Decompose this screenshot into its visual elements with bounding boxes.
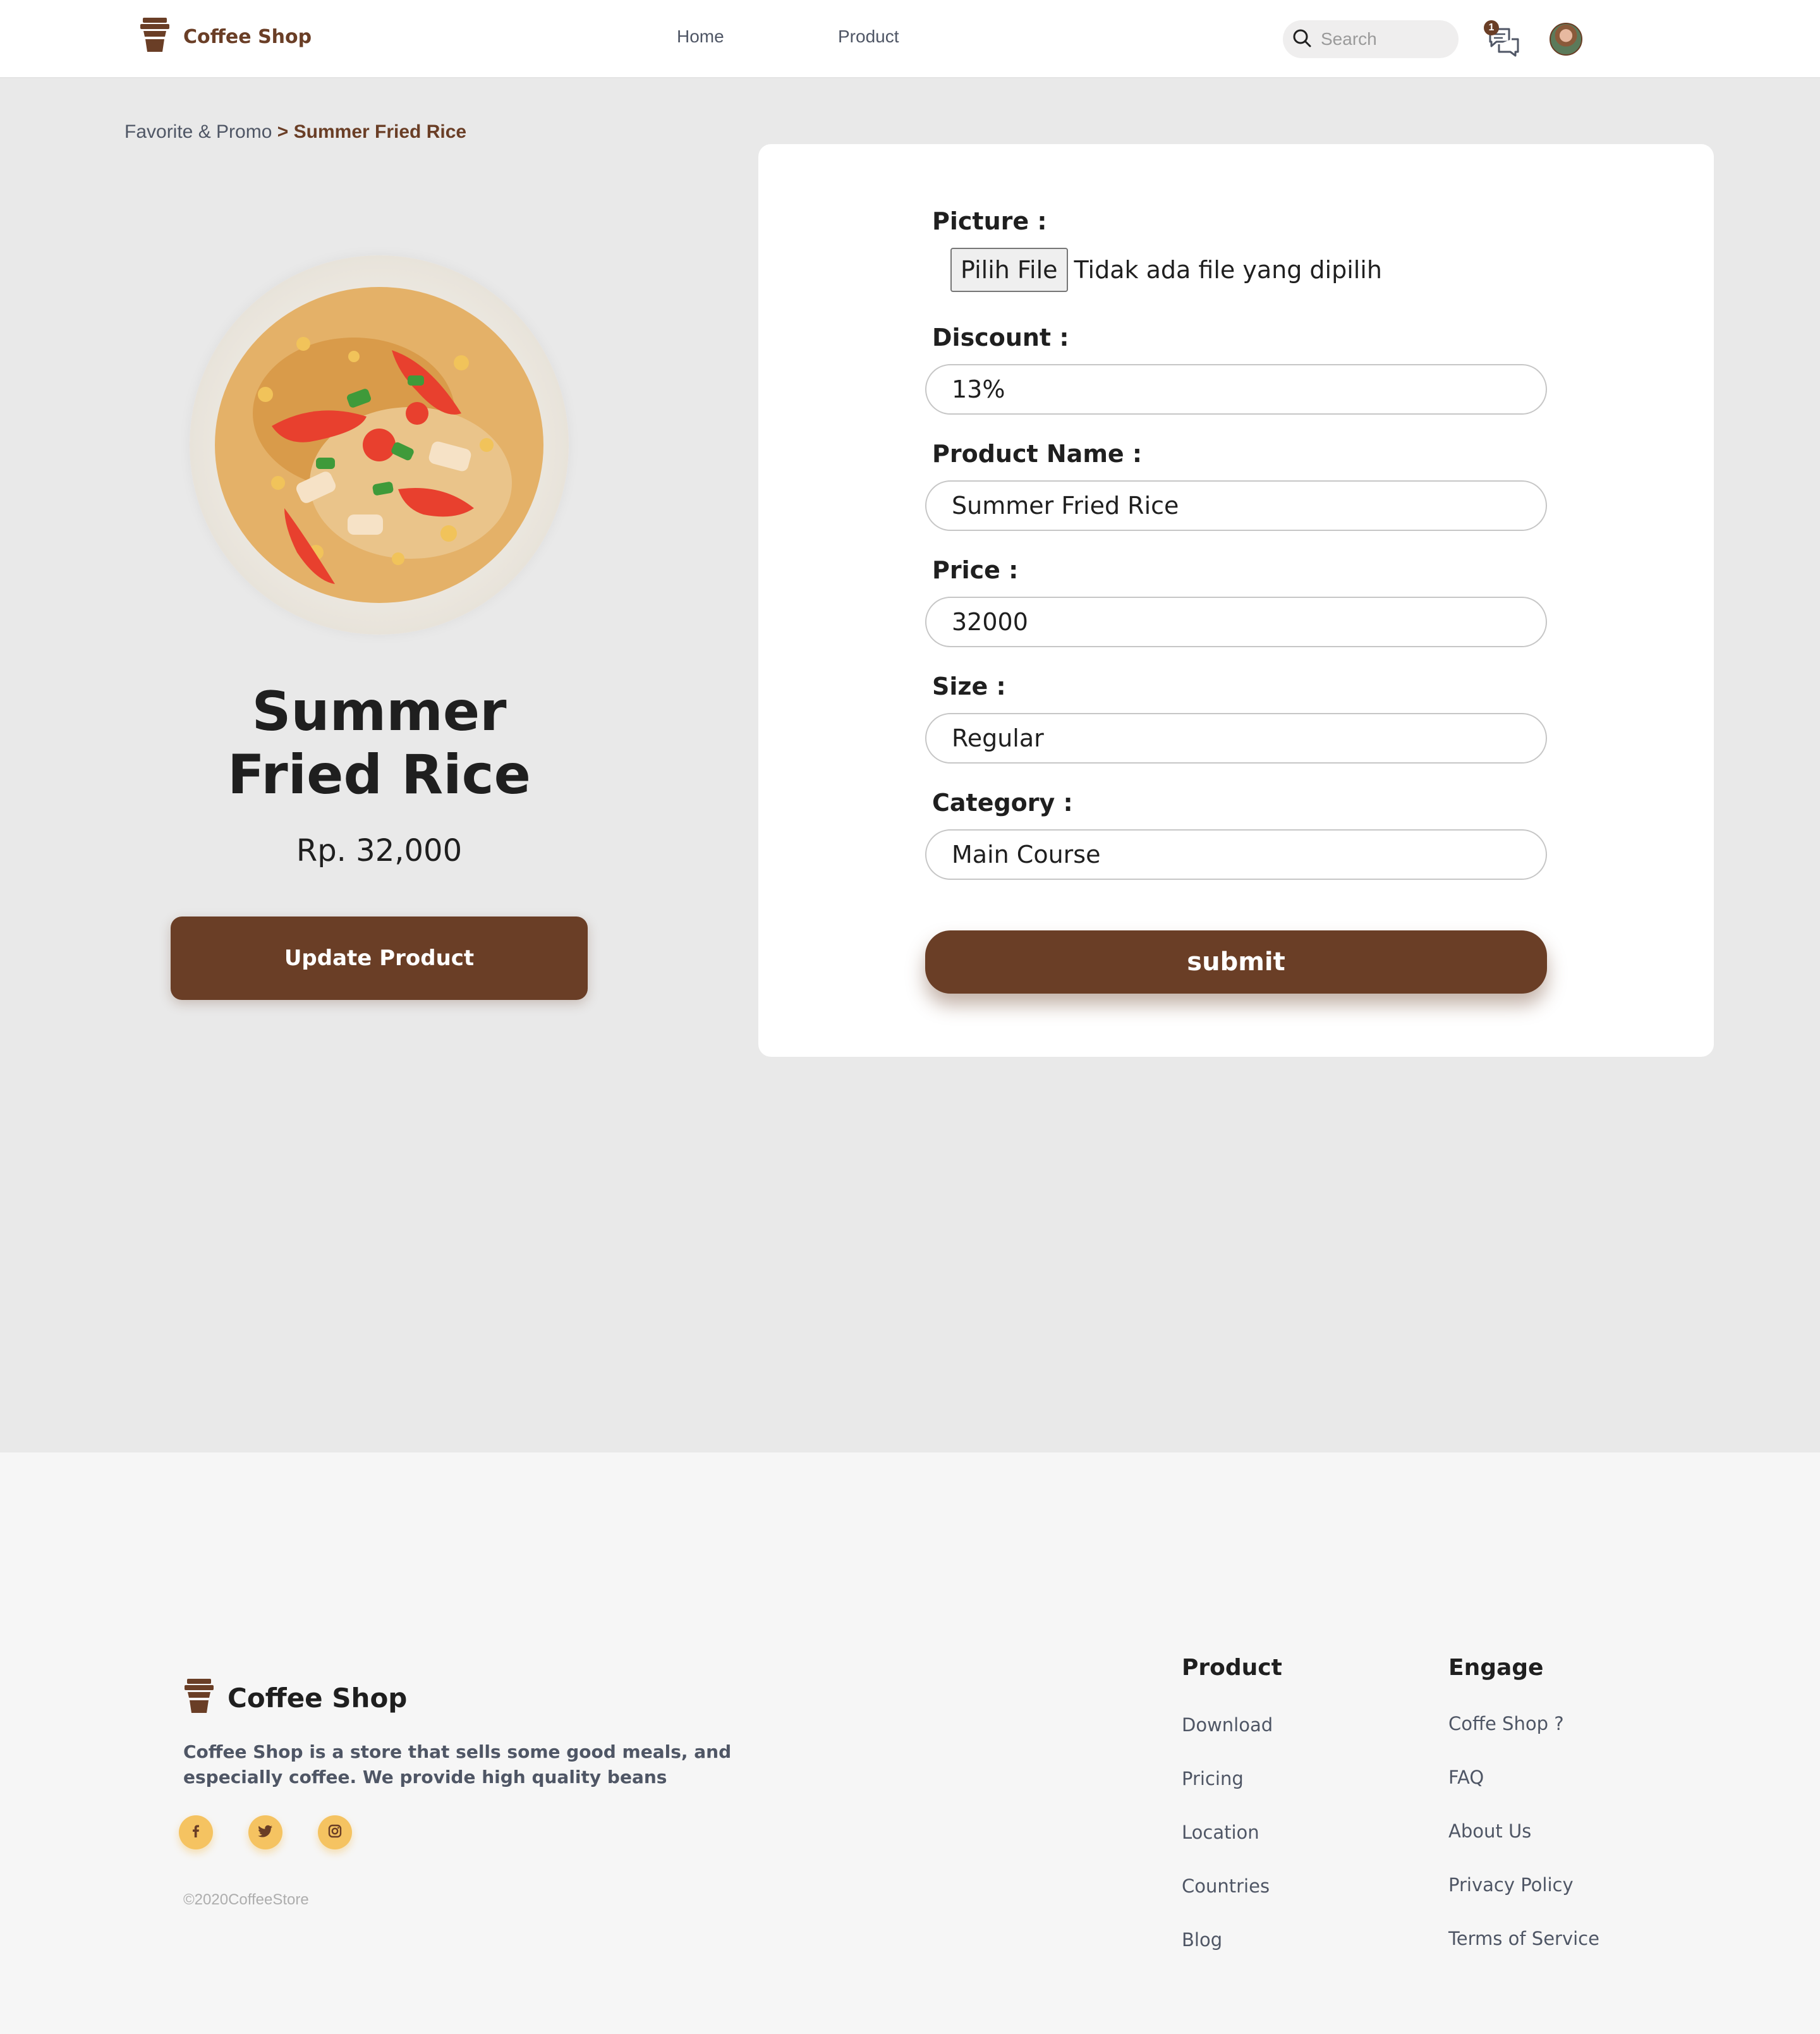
breadcrumb-parent[interactable]: Favorite & Promo <box>124 121 272 142</box>
product-title-line2: Fried Rice <box>228 743 531 807</box>
product-title-line1: Summer <box>252 680 507 743</box>
footer-link-download[interactable]: Download <box>1182 1714 1273 1736</box>
footer-product-title: Product <box>1182 1655 1282 1681</box>
price-label: Price : <box>932 556 1019 584</box>
navbar: Coffee Shop Home Product 1 <box>0 0 1820 78</box>
submit-button[interactable]: submit <box>925 930 1547 994</box>
breadcrumb-current: Summer Fried Rice <box>293 121 467 142</box>
coffee-cup-icon <box>183 1679 215 1717</box>
discount-input[interactable] <box>925 364 1547 415</box>
update-product-button[interactable]: Update Product <box>171 917 588 1000</box>
footer-link-blog[interactable]: Blog <box>1182 1929 1222 1951</box>
twitter-link[interactable] <box>248 1815 282 1849</box>
product-name-label: Product Name : <box>932 440 1143 468</box>
chat-badge: 1 <box>1484 20 1499 35</box>
footer-brand: Coffee Shop <box>183 1679 407 1717</box>
instagram-link[interactable] <box>318 1815 352 1849</box>
twitter-icon <box>257 1824 274 1842</box>
footer-link-privacy-policy[interactable]: Privacy Policy <box>1448 1874 1574 1896</box>
category-label: Category : <box>932 789 1073 817</box>
price-input[interactable] <box>925 597 1547 647</box>
nav-link-product[interactable]: Product <box>838 27 899 47</box>
footer-engage-title: Engage <box>1448 1655 1544 1681</box>
search-box[interactable] <box>1283 20 1459 58</box>
size-input[interactable] <box>925 713 1547 764</box>
search-input[interactable] <box>1321 29 1447 49</box>
product-name-input[interactable] <box>925 480 1547 531</box>
discount-label: Discount : <box>932 324 1069 351</box>
facebook-icon <box>188 1824 203 1842</box>
footer-link-terms[interactable]: Terms of Service <box>1448 1928 1599 1949</box>
product-image <box>190 255 569 635</box>
copyright: ©2020CoffeeStore <box>183 1891 309 1908</box>
footer-link-about-us[interactable]: About Us <box>1448 1820 1531 1842</box>
footer-link-coffe-shop[interactable]: Coffe Shop ? <box>1448 1713 1564 1734</box>
nav-link-home[interactable]: Home <box>677 27 724 47</box>
chat-button[interactable]: 1 <box>1483 19 1523 59</box>
footer-link-pricing[interactable]: Pricing <box>1182 1768 1244 1789</box>
instagram-icon <box>327 1824 343 1842</box>
brand-logo[interactable]: Coffee Shop <box>139 18 312 56</box>
brand-name: Coffee Shop <box>183 26 312 48</box>
breadcrumb: Favorite & Promo > Summer Fried Rice <box>124 121 466 143</box>
category-input[interactable] <box>925 829 1547 880</box>
footer-description: Coffee Shop is a store that sells some g… <box>183 1741 732 1787</box>
picture-label: Picture : <box>932 207 1047 235</box>
product-price: Rp. 32,000 <box>296 833 463 868</box>
search-icon <box>1292 28 1312 51</box>
chat-icon <box>1483 28 1523 62</box>
footer-link-countries[interactable]: Countries <box>1182 1875 1270 1897</box>
coffee-cup-icon <box>139 18 171 56</box>
choose-file-button[interactable]: Pilih File <box>950 248 1068 292</box>
footer-link-location[interactable]: Location <box>1182 1822 1259 1843</box>
facebook-link[interactable] <box>179 1815 213 1849</box>
product-title: Summer Fried Rice <box>190 680 569 807</box>
file-status: Tidak ada file yang dipilih <box>1074 256 1382 284</box>
picture-file-input[interactable]: Pilih File Tidak ada file yang dipilih <box>950 248 1382 292</box>
footer-link-faq[interactable]: FAQ <box>1448 1767 1484 1788</box>
footer-brand-name: Coffee Shop <box>228 1683 408 1714</box>
avatar[interactable] <box>1550 23 1582 56</box>
size-label: Size : <box>932 673 1006 700</box>
breadcrumb-separator: > <box>277 121 289 142</box>
